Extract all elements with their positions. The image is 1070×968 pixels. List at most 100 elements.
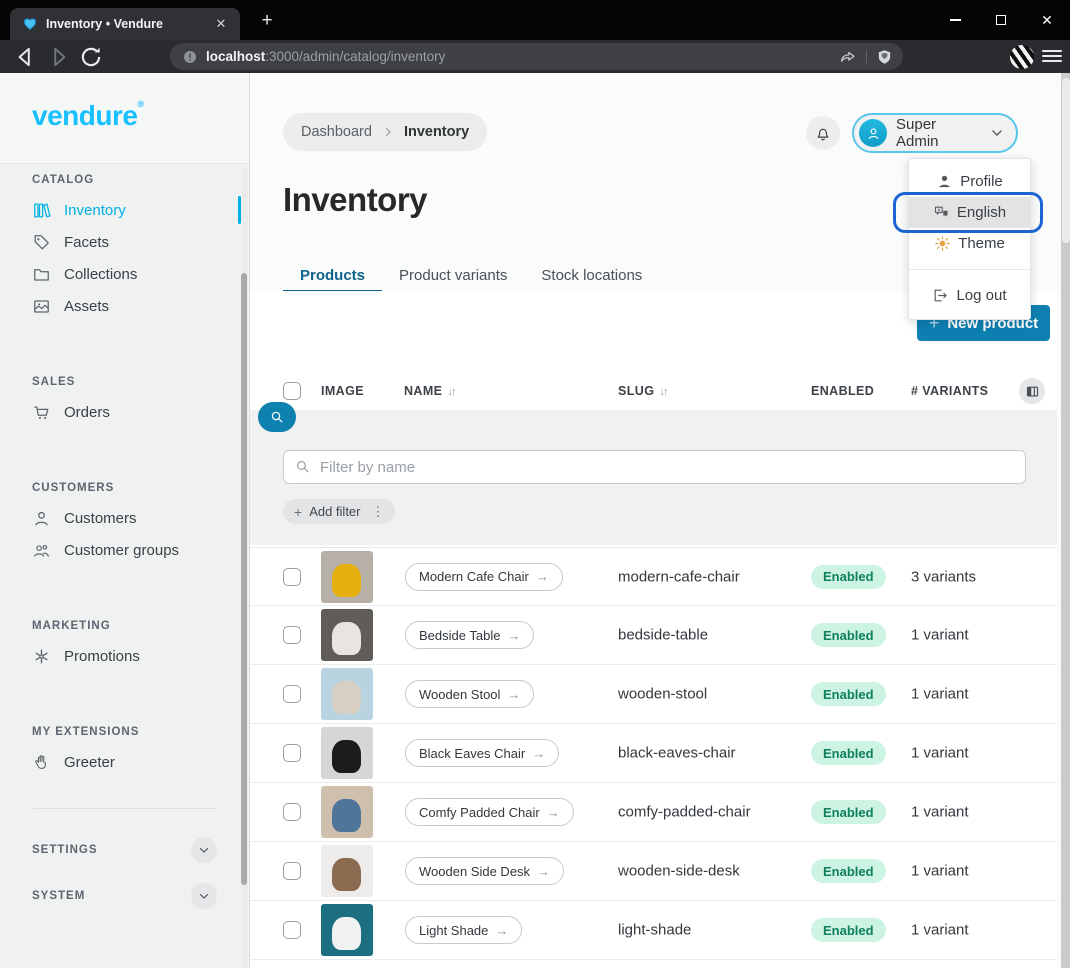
arrow-right-icon: → — [547, 805, 560, 820]
sidebar-item-assets[interactable]: Assets — [0, 290, 249, 322]
notifications-button[interactable] — [806, 116, 840, 150]
product-name-chip[interactable]: Wooden Stool→ — [405, 680, 534, 708]
sidebar-item-text: Assets — [64, 298, 109, 315]
col-slug[interactable]: SLUG↓↑ — [618, 384, 666, 398]
product-thumbnail[interactable] — [321, 786, 373, 838]
sidebar-item-inventory[interactable]: Inventory — [0, 194, 249, 226]
sort-icon: ↓↑ — [659, 386, 666, 398]
new-tab-button[interactable]: + — [256, 10, 278, 32]
sidebar-section-system[interactable]: SYSTEM — [32, 879, 217, 913]
brave-shield-icon[interactable] — [876, 48, 893, 66]
menu-item-english[interactable]: AEnglish — [909, 197, 1030, 228]
sidebar-item-collections[interactable]: Collections — [0, 258, 249, 290]
menu-item-theme[interactable]: Theme — [909, 228, 1030, 259]
row-checkbox[interactable] — [283, 626, 301, 644]
tag-icon — [32, 233, 51, 252]
row-checkbox[interactable] — [283, 803, 301, 821]
back-button[interactable] — [12, 44, 38, 70]
product-name-chip[interactable]: Modern Cafe Chair→ — [405, 563, 563, 591]
arrow-right-icon: → — [537, 864, 550, 879]
browser-navbar: localhost:3000/admin/catalog/inventory — [0, 40, 1070, 73]
table-row: Wooden Side Desk→ wooden-side-desk Enabl… — [250, 842, 1057, 901]
sidebar-item-facets[interactable]: Facets — [0, 226, 249, 258]
browser-profile-avatar[interactable] — [1010, 45, 1034, 69]
window-close-button[interactable]: ✕ — [1024, 0, 1070, 40]
product-name-chip[interactable]: Bedside Table→ — [405, 621, 534, 649]
forward-button[interactable] — [46, 44, 72, 70]
product-thumbnail[interactable] — [321, 668, 373, 720]
product-thumbnail[interactable] — [321, 551, 373, 603]
row-checkbox[interactable] — [283, 685, 301, 703]
select-all-checkbox[interactable] — [283, 382, 301, 400]
user-icon — [32, 509, 51, 528]
sidebar-section-label: CATALOG — [32, 174, 217, 186]
active-indicator — [238, 196, 241, 224]
vendure-logo: vendure® — [32, 99, 144, 132]
product-name-chip[interactable]: Comfy Padded Chair→ — [405, 798, 574, 826]
browser-menu-icon[interactable] — [1042, 46, 1062, 66]
user-name: Super Admin — [896, 116, 981, 150]
table-header: IMAGE NAME↓↑ SLUG↓↑ ENABLED # VARIANTS — [250, 371, 1057, 411]
add-filter-button[interactable]: + Add filter ⋮ — [283, 499, 395, 524]
breadcrumb-dashboard-link[interactable]: Dashboard — [301, 124, 372, 140]
sidebar-section-settings[interactable]: SETTINGS — [32, 833, 217, 867]
page-title: Inventory — [283, 181, 427, 219]
status-badge: Enabled — [811, 918, 886, 942]
expand-section-button[interactable] — [191, 837, 217, 863]
bell-icon — [814, 124, 832, 142]
sidebar-item-customer-groups[interactable]: Customer groups — [0, 534, 249, 566]
share-icon[interactable] — [839, 48, 857, 66]
product-name-chip[interactable]: Black Eaves Chair→ — [405, 739, 559, 767]
product-name-chip[interactable]: Wooden Side Desk→ — [405, 857, 564, 885]
product-thumbnail[interactable] — [321, 727, 373, 779]
row-checkbox[interactable] — [283, 862, 301, 880]
product-table-body: Modern Cafe Chair→ modern-cafe-chair Ena… — [250, 547, 1057, 960]
window-maximize-button[interactable] — [978, 0, 1024, 40]
sidebar-item-promotions[interactable]: Promotions — [0, 640, 249, 672]
variant-count: 3 variants — [911, 568, 976, 585]
menu-item-profile[interactable]: Profile — [909, 166, 1030, 197]
user-menu-button[interactable]: Super Admin — [852, 113, 1018, 153]
row-checkbox[interactable] — [283, 921, 301, 939]
page-scrollbar[interactable] — [1061, 73, 1070, 968]
column-settings-button[interactable] — [1019, 378, 1045, 404]
expand-section-button[interactable] — [191, 883, 217, 909]
tab-close-icon[interactable]: ✕ — [212, 16, 230, 32]
product-thumbnail[interactable] — [321, 609, 373, 661]
status-badge: Enabled — [811, 682, 886, 706]
sidebar-item-orders[interactable]: Orders — [0, 396, 249, 428]
status-badge: Enabled — [811, 800, 886, 824]
cart-icon — [32, 403, 51, 422]
col-name[interactable]: NAME↓↑ — [404, 384, 454, 398]
sidebar-section-label: SALES — [32, 376, 217, 388]
browser-tab[interactable]: Inventory • Vendure ✕ — [10, 8, 240, 40]
row-checkbox[interactable] — [283, 568, 301, 586]
tab-stock-locations[interactable]: Stock locations — [524, 258, 659, 292]
tab-product-variants[interactable]: Product variants — [382, 258, 524, 292]
search-toggle-button[interactable] — [258, 402, 296, 432]
sidebar-item-greeter[interactable]: Greeter — [0, 746, 249, 778]
kebab-menu-icon[interactable]: ⋮ — [368, 504, 385, 520]
product-thumbnail[interactable] — [321, 904, 373, 956]
row-checkbox[interactable] — [283, 744, 301, 762]
sidebar-item-customers[interactable]: Customers — [0, 502, 249, 534]
filter-by-name-input[interactable] — [283, 450, 1026, 484]
product-thumbnail[interactable] — [321, 845, 373, 897]
table-row: Black Eaves Chair→ black-eaves-chair Ena… — [250, 724, 1057, 783]
image-icon — [32, 297, 51, 316]
address-bar[interactable]: localhost:3000/admin/catalog/inventory — [170, 43, 903, 70]
arrow-right-icon: → — [532, 746, 545, 761]
logout-icon — [932, 287, 949, 304]
window-minimize-button[interactable] — [932, 0, 978, 40]
table-row: Light Shade→ light-shade Enabled 1 varia… — [250, 901, 1057, 960]
tab-products[interactable]: Products — [283, 258, 382, 292]
menu-item-log-out[interactable]: Log out — [909, 280, 1030, 311]
sidebar-scrollbar[interactable] — [242, 168, 248, 968]
reload-button[interactable] — [78, 44, 104, 70]
variant-count: 1 variant — [911, 627, 969, 644]
variant-count: 1 variant — [911, 922, 969, 939]
vendure-favicon-heart-icon — [22, 16, 38, 32]
variant-count: 1 variant — [911, 686, 969, 703]
site-info-icon[interactable] — [182, 49, 198, 65]
product-name-chip[interactable]: Light Shade→ — [405, 916, 522, 944]
